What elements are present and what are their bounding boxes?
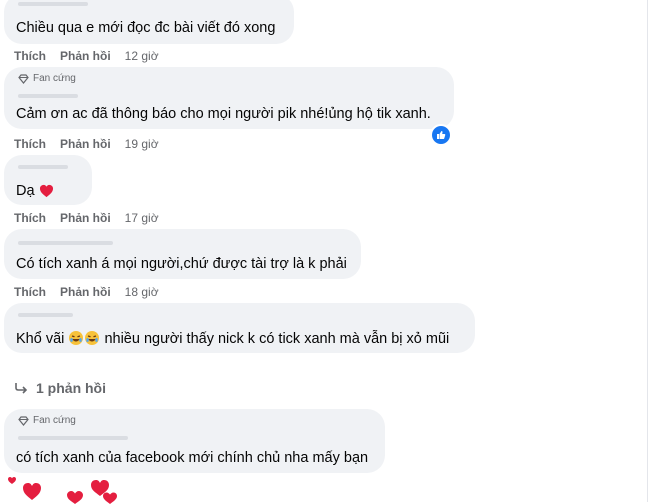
heart-icon — [23, 483, 41, 500]
like-button[interactable]: Thích — [14, 211, 46, 225]
reply-arrow-icon — [14, 382, 28, 394]
comment-text: Khổ vãi nhiều người thấy nick k có tick … — [16, 330, 449, 347]
comment-actions: Thích Phản hồi 18 giờ — [14, 285, 159, 299]
panel-edge — [647, 0, 648, 502]
replies-count-label[interactable]: 1 phản hồi — [36, 380, 106, 396]
like-button[interactable]: Thích — [14, 49, 46, 63]
badge-label: Fan cứng — [33, 73, 76, 84]
author-name-redacted — [18, 313, 73, 317]
comment-bubble: Dạ — [4, 155, 92, 205]
heart-icon — [8, 477, 16, 484]
rofl-emoji-icon — [68, 330, 84, 346]
timestamp[interactable]: 17 giờ — [125, 211, 159, 225]
comment-text: có tích xanh của facebook mới chính chủ … — [16, 450, 368, 466]
comment-bubble: Có tích xanh á mọi người,chứ được tài tr… — [4, 229, 361, 279]
like-icon — [436, 130, 446, 140]
timestamp[interactable]: 19 giờ — [125, 137, 159, 151]
like-button[interactable]: Thích — [14, 137, 46, 151]
comment-text: Chiều qua e mới đọc đc bài viết đó xong — [16, 20, 275, 36]
rofl-emoji-icon — [84, 330, 100, 346]
floating-hearts — [0, 474, 130, 504]
heart-icon — [39, 184, 54, 198]
comment-text-after: nhiều người thấy nick k có tick xanh mà … — [104, 331, 449, 347]
author-name-redacted — [18, 241, 113, 245]
author-name-redacted — [18, 2, 88, 6]
reply-button[interactable]: Phản hồi — [60, 211, 111, 225]
reply-button[interactable]: Phản hồi — [60, 49, 111, 63]
comment-bubble: Fan cứng Cảm ơn ac đã thông báo cho mọi … — [4, 67, 454, 129]
author-name-redacted — [18, 436, 128, 440]
author-name-redacted — [18, 165, 68, 169]
diamond-icon — [18, 74, 29, 84]
fan-badge: Fan cứng — [18, 73, 76, 84]
comment-bubble: Khổ vãi nhiều người thấy nick k có tick … — [4, 303, 475, 353]
comment-actions: Thích Phản hồi 17 giờ — [14, 211, 159, 225]
comment-actions: Thích Phản hồi 19 giờ — [14, 137, 159, 151]
view-replies-link[interactable]: 1 phản hồi — [14, 380, 106, 396]
comment-bubble: Chiều qua e mới đọc đc bài viết đó xong — [4, 0, 294, 44]
badge-label: Fan cứng — [33, 415, 76, 426]
comment-text-content: Dạ — [16, 183, 35, 199]
reply-button[interactable]: Phản hồi — [60, 285, 111, 299]
comment-text: Dạ — [16, 183, 54, 199]
comment-text: Có tích xanh á mọi người,chứ được tài tr… — [16, 256, 347, 272]
like-button[interactable]: Thích — [14, 285, 46, 299]
comment-text: Cảm ơn ac đã thông báo cho mọi người pik… — [16, 106, 431, 122]
diamond-icon — [18, 416, 29, 426]
comment-text-before: Khổ vãi — [16, 331, 64, 347]
comment-bubble: Fan cứng có tích xanh của facebook mới c… — [4, 409, 385, 473]
like-reaction-badge[interactable] — [430, 124, 452, 146]
comment-actions: Thích Phản hồi 12 giờ — [14, 49, 159, 63]
timestamp[interactable]: 18 giờ — [125, 285, 159, 299]
fan-badge: Fan cứng — [18, 415, 76, 426]
heart-icon — [67, 491, 83, 504]
heart-icon — [103, 493, 117, 504]
reply-button[interactable]: Phản hồi — [60, 137, 111, 151]
timestamp[interactable]: 12 giờ — [125, 49, 159, 63]
author-name-redacted — [18, 94, 78, 98]
